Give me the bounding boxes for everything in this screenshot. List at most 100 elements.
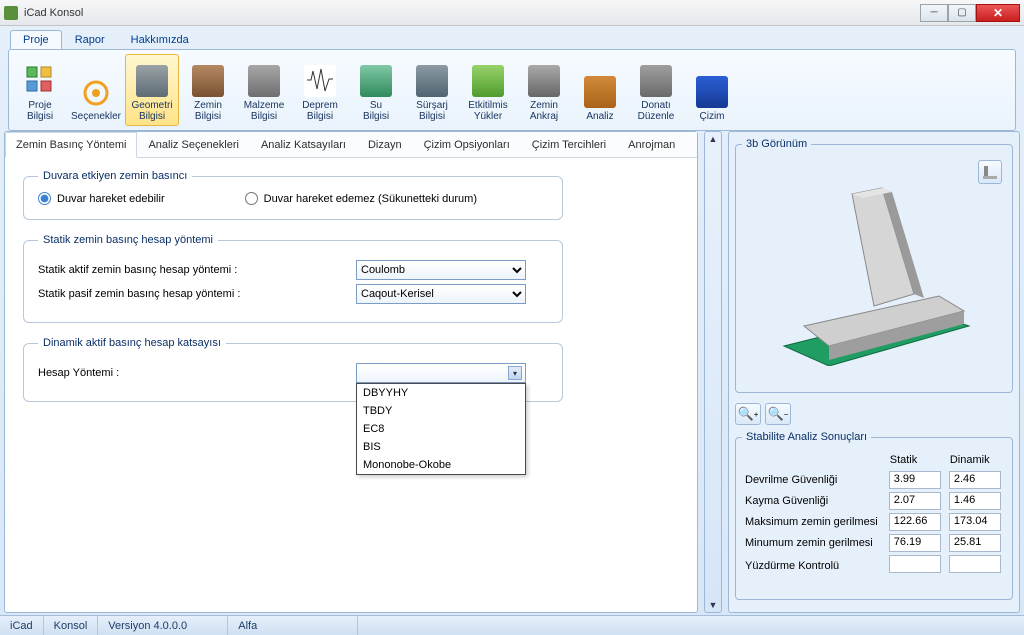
status-alfa: Alfa — [228, 616, 358, 635]
menu-hakkimizda[interactable]: Hakkımızda — [118, 30, 202, 49]
status-konsol: Konsol — [44, 616, 99, 635]
ribbon-dep-button[interactable]: DepremBilgisi — [293, 54, 347, 126]
menu-proje[interactable]: Proje — [10, 30, 62, 49]
value-dynamic: 173.04 — [949, 513, 1001, 531]
dropdown-option[interactable]: BIS — [357, 438, 525, 456]
radio-duvar-hareket-edebilir[interactable]: Duvar hareket edebilir — [38, 192, 165, 205]
value-static: 76.19 — [889, 534, 941, 552]
sub-tabs: Zemin Basınç YöntemiAnaliz SeçenekleriAn… — [5, 132, 697, 158]
value-dynamic: 2.46 — [949, 471, 1001, 489]
zoom-in-button[interactable]: 🔍+ — [735, 403, 761, 425]
value-static: 3.99 — [889, 471, 941, 489]
subtab-5[interactable]: Çizim Tercihleri — [521, 132, 617, 158]
close-button[interactable]: ✕ — [976, 4, 1020, 22]
ribbon-zank-button[interactable]: ZeminAnkraj — [517, 54, 571, 126]
ribbon-sec-button[interactable]: Seçenekler — [69, 54, 123, 126]
ribbon-etk-button[interactable]: EtkitilmisYükler — [461, 54, 515, 126]
window-title: iCad Konsol — [24, 7, 920, 19]
group-stabilite: Stabilite Analiz Sonuçları Statik Dinami… — [735, 431, 1013, 600]
subtab-3[interactable]: Dizayn — [357, 132, 413, 158]
sec-icon — [81, 78, 111, 108]
ribbon-zemin-button[interactable]: ZeminBilgisi — [181, 54, 235, 126]
ribbon-label: SuBilgisi — [363, 100, 389, 122]
dropdown-option[interactable]: EC8 — [357, 420, 525, 438]
table-row: Kayma Güvenliği2.071.46 — [742, 492, 1006, 510]
zemin-icon — [192, 65, 224, 97]
scroll-up-icon[interactable]: ▲ — [709, 134, 718, 144]
radio-input[interactable] — [38, 192, 51, 205]
main-menu: Proje Rapor Hakkımızda — [4, 28, 1020, 49]
value-dynamic — [949, 555, 1001, 573]
value-dynamic: 1.46 — [949, 492, 1001, 510]
select-aktif-yontem[interactable]: Coulomb — [356, 260, 526, 280]
ribbon-geo-button[interactable]: GeometriBilgisi — [125, 54, 179, 126]
sur-icon — [416, 65, 448, 97]
row-label: Yüzdürme Kontrolü — [742, 555, 886, 576]
view-options-button[interactable] — [978, 160, 1002, 184]
dropdown-option[interactable]: Mononobe-Okobe — [357, 456, 525, 474]
group-title: Statik zemin basınç hesap yöntemi — [38, 234, 218, 246]
ribbon-label: ZeminBilgisi — [194, 100, 222, 122]
group-title: Duvara etkiyen zemin basıncı — [38, 170, 192, 182]
proje-icon — [24, 65, 56, 97]
radio-input[interactable] — [245, 192, 258, 205]
subtab-2[interactable]: Analiz Katsayıları — [250, 132, 357, 158]
wall-icon — [982, 164, 998, 180]
select-pasif-yontem[interactable]: Caqout-Kerisel — [356, 284, 526, 304]
radio-duvar-hareket-edemez[interactable]: Duvar hareket edemez (Sükunetteki durum) — [245, 192, 477, 205]
row-label: Devrilme Güvenliği — [742, 471, 886, 489]
table-row: Devrilme Güvenliği3.99 2.46 — [742, 471, 1006, 489]
ribbon-toolbar: ProjeBilgisi Seçenekler GeometriBilgisi Zem… — [8, 49, 1016, 131]
ribbon-label: ProjeBilgisi — [27, 100, 53, 122]
ribbon-don-button[interactable]: DonatıDüzenle — [629, 54, 683, 126]
ribbon-label: Seçenekler — [71, 111, 121, 122]
don-icon — [640, 65, 672, 97]
minimize-button[interactable]: ─ — [920, 4, 948, 22]
zank-icon — [528, 65, 560, 97]
subtab-0[interactable]: Zemin Basınç Yöntemi — [5, 132, 137, 158]
vertical-scrollbar[interactable]: ▲ ▼ — [704, 131, 722, 613]
ribbon-label: MalzemeBilgisi — [244, 100, 285, 122]
ribbon-label: ZeminAnkraj — [530, 100, 558, 122]
ribbon-label: Çizim — [700, 111, 725, 122]
su-icon — [360, 65, 392, 97]
zoom-out-button[interactable]: 🔍− — [765, 403, 791, 425]
ribbon-sur-button[interactable]: SürşarjBilgisi — [405, 54, 459, 126]
combo-hesap-yontemi[interactable]: ▾ DBYYHYTBDYEC8BISMononobe-Okobe — [356, 363, 526, 383]
ribbon-label: EtkitilmisYükler — [468, 100, 507, 122]
value-dynamic: 25.81 — [949, 534, 1001, 552]
subtab-1[interactable]: Analiz Seçenekleri — [137, 132, 250, 158]
left-panel: Zemin Basınç YöntemiAnaliz SeçenekleriAn… — [4, 131, 698, 613]
value-static: 122.66 — [889, 513, 941, 531]
row-label: Kayma Güvenliği — [742, 492, 886, 510]
ribbon-label: DepremBilgisi — [302, 100, 338, 122]
ribbon-ciz-button[interactable]: Çizim — [685, 54, 739, 126]
retaining-wall-icon — [774, 176, 974, 366]
dropdown-option[interactable]: DBYYHY — [357, 384, 525, 402]
chevron-down-icon[interactable]: ▾ — [508, 366, 522, 380]
maximize-button[interactable]: ▢ — [948, 4, 976, 22]
field-label: Statik aktif zemin basınç hesap yöntemi … — [38, 264, 348, 276]
field-label: Statik pasif zemin basınç hesap yöntemi … — [38, 288, 348, 300]
ribbon-proje-button[interactable]: ProjeBilgisi — [13, 54, 67, 126]
group-duvar-basinc: Duvara etkiyen zemin basıncı Duvar harek… — [23, 170, 563, 220]
subtab-6[interactable]: Anrojman — [617, 132, 686, 158]
ribbon-label: SürşarjBilgisi — [416, 100, 448, 122]
ribbon-anlz-button[interactable]: Analiz — [573, 54, 627, 126]
viewport-3d[interactable] — [742, 156, 1006, 386]
dep-icon — [304, 65, 336, 97]
ribbon-malz-button[interactable]: MalzemeBilgisi — [237, 54, 291, 126]
dropdown-option[interactable]: TBDY — [357, 402, 525, 420]
menu-rapor[interactable]: Rapor — [62, 30, 118, 49]
table-row: Yüzdürme Kontrolü — [742, 555, 1006, 576]
ribbon-su-button[interactable]: SuBilgisi — [349, 54, 403, 126]
row-label: Minumum zemin gerilmesi — [742, 534, 886, 552]
ciz-icon — [696, 76, 728, 108]
group-statik-yontem: Statik zemin basınç hesap yöntemi Statik… — [23, 234, 563, 323]
dropdown-list[interactable]: DBYYHYTBDYEC8BISMononobe-Okobe — [356, 383, 526, 475]
subtab-4[interactable]: Çizim Opsiyonları — [413, 132, 521, 158]
group-3d-view: 3b Görünüm — [735, 138, 1013, 393]
row-label: Maksimum zemin gerilmesi — [742, 513, 886, 531]
scroll-down-icon[interactable]: ▼ — [709, 600, 718, 610]
stability-table: Statik Dinamik Devrilme Güvenliği3.992.4… — [742, 449, 1006, 579]
